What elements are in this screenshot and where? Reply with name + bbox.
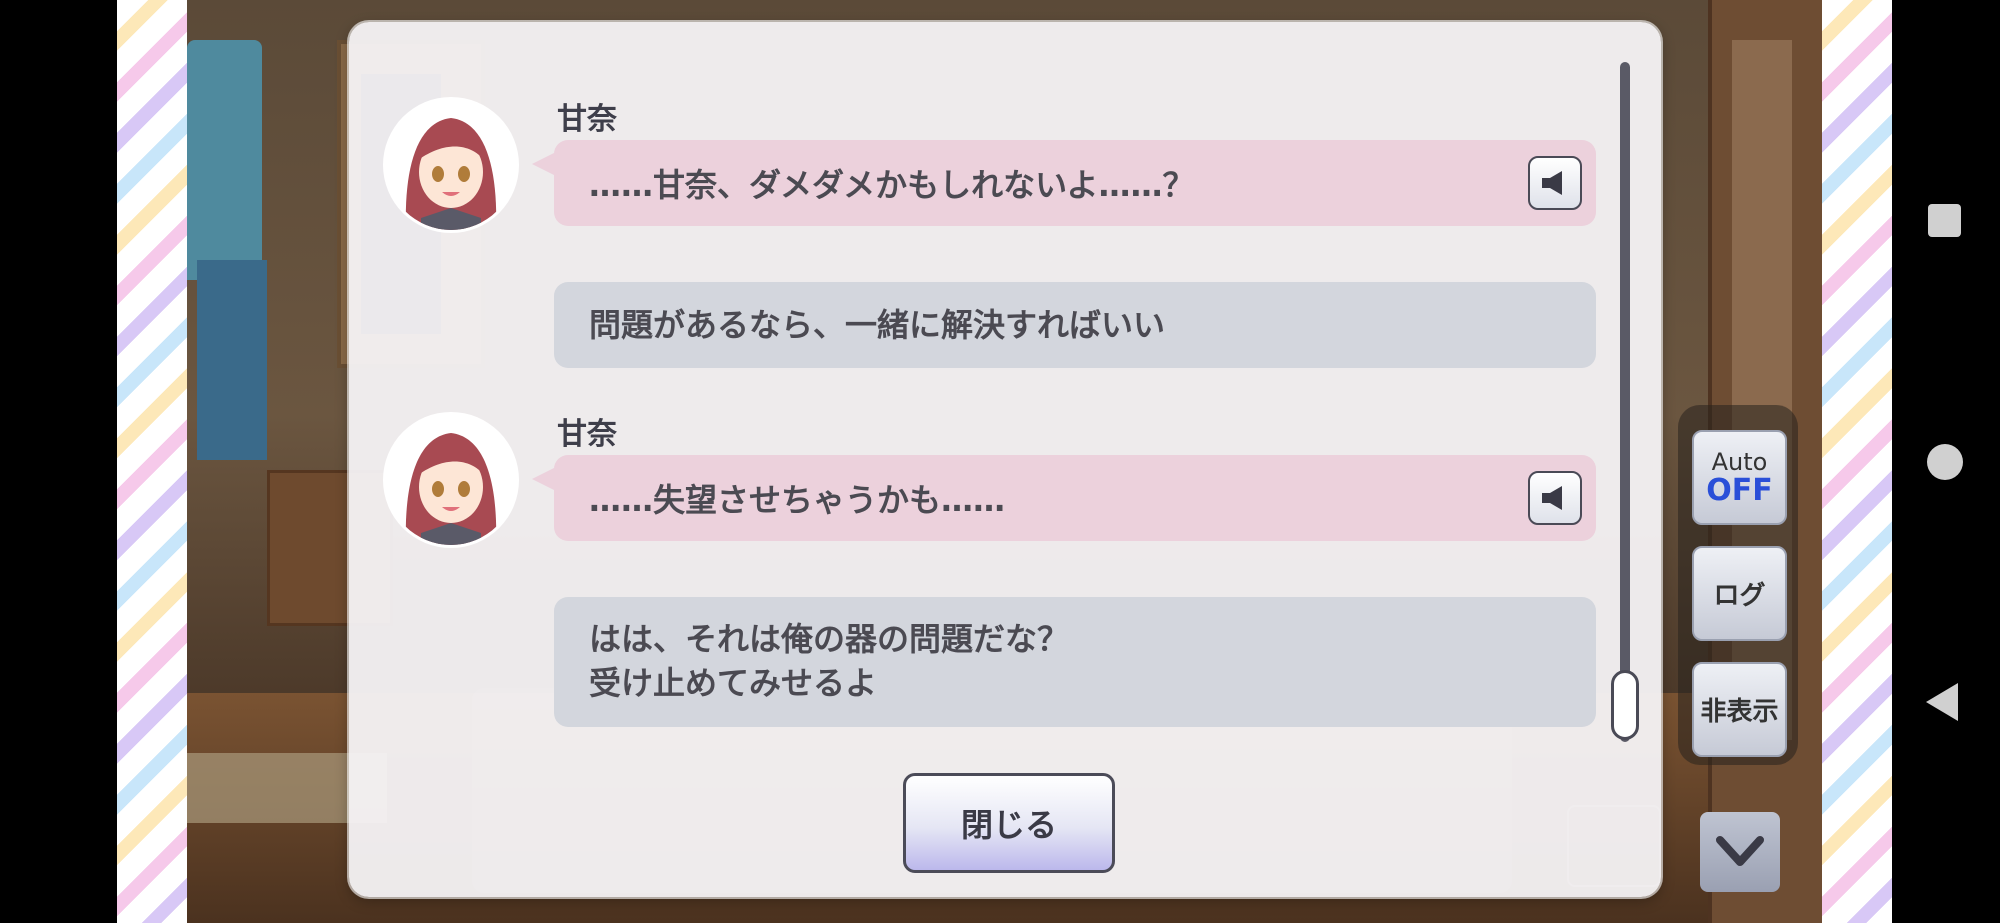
line-text: ……失望させちゃうかも…… <box>589 481 1006 519</box>
back-icon[interactable] <box>1926 683 1958 721</box>
character-portrait <box>386 415 516 545</box>
auto-state: OFF <box>1706 472 1773 508</box>
voice-replay-button[interactable] <box>1528 156 1582 210</box>
speaker-icon <box>1542 486 1562 510</box>
left-frame-stripes <box>117 0 187 923</box>
line-text: 受け止めてみせるよ <box>589 664 878 702</box>
circle-icon[interactable] <box>1927 444 1963 480</box>
scrollbar-track[interactable] <box>1620 62 1630 742</box>
hide-button[interactable]: 非表示 <box>1692 662 1787 757</box>
auto-label: Auto <box>1711 447 1768 476</box>
log-dialog: 甘奈 ……甘奈、ダメダメかもしれないよ……？ 問題があるなら、一緒に解決すればい… <box>349 22 1661 897</box>
avatar <box>386 415 516 545</box>
auto-button[interactable]: Auto OFF <box>1692 430 1787 525</box>
speaker-name: 甘奈 <box>557 417 617 452</box>
character-portrait <box>386 100 516 230</box>
log-button-label: ログ <box>1713 581 1766 611</box>
avatar <box>386 100 516 230</box>
right-frame-stripes <box>1822 0 1892 923</box>
poster-decor <box>197 260 267 460</box>
square-icon[interactable] <box>1928 204 1961 237</box>
scrollbar-thumb[interactable] <box>1611 670 1639 740</box>
close-button-label: 閉じる <box>960 806 1057 844</box>
chevron-down-icon <box>1716 836 1764 866</box>
close-button[interactable]: 閉じる <box>903 773 1115 873</box>
line-text: はは、それは俺の器の問題だな？ <box>589 620 1070 658</box>
player-line-bubble: はは、それは俺の器の問題だな？ 受け止めてみせるよ <box>554 597 1596 727</box>
log-button[interactable]: ログ <box>1692 546 1787 641</box>
player-line-bubble: 問題があるなら、一緒に解決すればいい <box>554 282 1596 368</box>
hide-button-label: 非表示 <box>1700 697 1779 727</box>
speaker-name: 甘奈 <box>557 102 617 137</box>
speaker-line-bubble: ……甘奈、ダメダメかもしれないよ……？ <box>532 140 1596 226</box>
line-text: ……甘奈、ダメダメかもしれないよ……？ <box>589 166 1195 204</box>
line-text: 問題があるなら、一緒に解決すればいい <box>589 306 1166 344</box>
speaker-line-bubble: ……失望させちゃうかも…… <box>532 455 1596 541</box>
speaker-icon <box>1542 171 1562 195</box>
scroll-down-button[interactable] <box>1700 812 1780 892</box>
jacket-decor <box>187 40 262 280</box>
voice-replay-button[interactable] <box>1528 471 1582 525</box>
